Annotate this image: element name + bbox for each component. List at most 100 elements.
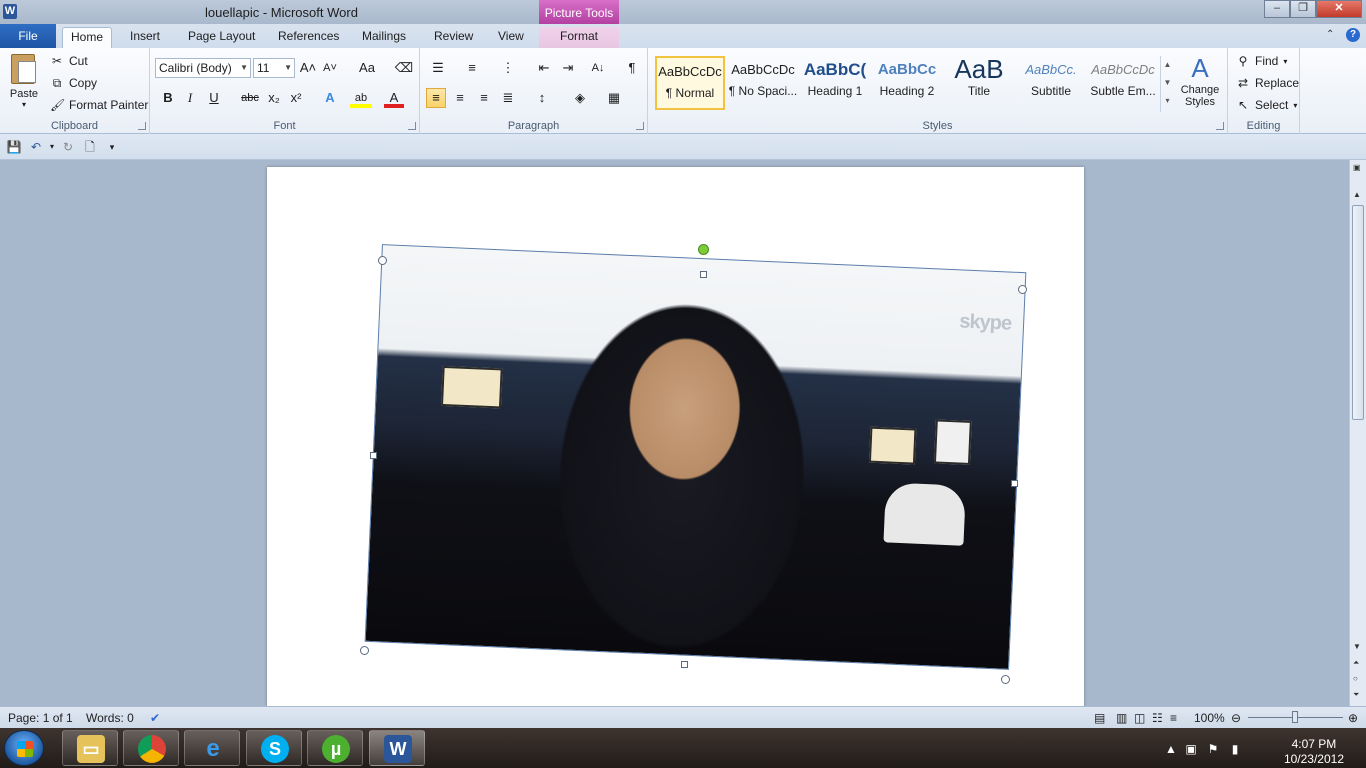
subscript-button[interactable]: x₂ — [264, 88, 284, 108]
selected-picture[interactable]: skype — [364, 244, 1027, 670]
full-screen-view-icon[interactable]: ▥ — [1116, 711, 1127, 725]
font-dialog-launcher-icon[interactable] — [408, 122, 416, 130]
style-no-spacing[interactable]: AaBbCcDc ¶ No Spaci... — [728, 56, 798, 110]
scroll-up-icon[interactable]: ▲ — [1353, 190, 1361, 199]
resize-handle-bottom[interactable] — [681, 661, 688, 668]
taskbar-chrome[interactable] — [123, 730, 179, 766]
find-button[interactable]: ⚲ Find ▾ — [1236, 52, 1288, 70]
browse-object-icon[interactable]: ○ — [1353, 674, 1358, 683]
format-painter-button[interactable]: 🖌 Format Painter — [50, 96, 148, 114]
chevron-down-icon[interactable]: ▼ — [1161, 74, 1174, 92]
style-title[interactable]: AaB Title — [944, 56, 1014, 110]
paragraph-dialog-launcher-icon[interactable] — [636, 122, 644, 130]
justify-icon[interactable]: ≣ — [498, 88, 518, 108]
tab-view[interactable]: View — [490, 27, 532, 48]
resize-handle-top-right[interactable] — [1018, 285, 1027, 294]
draft-view-icon[interactable]: ≡ — [1170, 711, 1177, 725]
proofing-icon[interactable]: ✔ — [150, 711, 160, 725]
ruler-toggle-icon[interactable]: ▣ — [1353, 163, 1361, 172]
tab-file[interactable]: File — [0, 24, 56, 48]
show-hidden-icons-icon[interactable]: ▲ — [1164, 742, 1178, 756]
resize-handle-left[interactable] — [370, 452, 377, 459]
new-document-icon[interactable]: 🗋 — [82, 139, 98, 155]
superscript-button[interactable]: x² — [286, 88, 306, 108]
select-button[interactable]: ↖ Select ▾ — [1236, 96, 1297, 114]
text-effects-button[interactable]: A — [320, 88, 340, 108]
change-case-button[interactable]: Aa — [354, 58, 380, 78]
customize-qat-icon[interactable]: ▾ — [104, 139, 120, 155]
style-subtitle[interactable]: AaBbCc. Subtitle — [1016, 56, 1086, 110]
chevron-up-icon[interactable]: ▲ — [1161, 56, 1174, 74]
start-button[interactable] — [4, 730, 44, 766]
scrollbar-thumb[interactable] — [1352, 205, 1364, 420]
copy-button[interactable]: ⧉ Copy — [50, 74, 97, 92]
battery-icon[interactable]: ▮ — [1228, 742, 1242, 756]
align-left-icon[interactable]: ≡ — [426, 88, 446, 108]
minimize-ribbon-icon[interactable]: ⌃ — [1326, 28, 1338, 42]
decrease-indent-icon[interactable]: ⇤ — [534, 58, 554, 78]
word-app-icon[interactable]: W — [3, 4, 17, 19]
save-icon[interactable]: 💾 — [6, 139, 22, 155]
font-name-combo[interactable]: Calibri (Body) ▼ — [155, 58, 251, 78]
gallery-more-icon[interactable]: ▾ — [1161, 92, 1174, 110]
styles-dialog-launcher-icon[interactable] — [1216, 122, 1224, 130]
highlight-button[interactable]: ab — [350, 88, 372, 108]
style-heading-1[interactable]: AaBbC( Heading 1 — [800, 56, 870, 110]
cut-button[interactable]: ✂ Cut — [50, 52, 88, 70]
resize-handle-top-left[interactable] — [378, 256, 387, 265]
style-subtle-emphasis[interactable]: AaBbCcDc Subtle Em... — [1088, 56, 1158, 110]
borders-icon[interactable]: ▦ — [604, 88, 624, 108]
network-icon[interactable]: ▣ — [1184, 742, 1198, 756]
clock[interactable]: 4:07 PM 10/23/2012 — [1284, 737, 1344, 767]
style-normal[interactable]: AaBbCcDc ¶ Normal — [655, 56, 725, 110]
font-size-combo[interactable]: 11 ▼ — [253, 58, 295, 78]
undo-dropdown-icon[interactable]: ▾ — [44, 139, 60, 155]
strikethrough-button[interactable]: abc — [238, 88, 262, 108]
numbering-icon[interactable]: ≡ — [462, 58, 482, 78]
zoom-slider-thumb[interactable] — [1292, 711, 1298, 723]
resize-handle-bottom-left[interactable] — [360, 646, 369, 655]
web-layout-view-icon[interactable]: ◫ — [1134, 711, 1145, 725]
font-color-button[interactable]: A — [384, 88, 404, 108]
tab-review[interactable]: Review — [426, 27, 481, 48]
minimize-button[interactable]: – — [1264, 0, 1290, 18]
line-spacing-icon[interactable]: ↕ — [532, 88, 552, 108]
tab-mailings[interactable]: Mailings — [354, 27, 414, 48]
multilevel-list-icon[interactable]: ⋮ — [498, 58, 518, 78]
align-right-icon[interactable]: ≡ — [474, 88, 494, 108]
zoom-level[interactable]: 100% — [1194, 711, 1225, 725]
redo-icon[interactable]: ↻ — [60, 139, 76, 155]
tab-references[interactable]: References — [270, 27, 347, 48]
paste-button[interactable]: Paste ▾ — [6, 52, 42, 109]
next-page-icon[interactable]: ⏷ — [1353, 690, 1359, 700]
increase-indent-icon[interactable]: ⇥ — [558, 58, 578, 78]
tab-insert[interactable]: Insert — [122, 27, 168, 48]
undo-icon[interactable]: ↶ — [28, 139, 44, 155]
action-center-flag-icon[interactable]: ⚑ — [1206, 742, 1220, 756]
maximize-button[interactable]: ❐ — [1290, 0, 1316, 18]
tab-home[interactable]: Home — [62, 27, 113, 48]
style-heading-2[interactable]: AaBbCc Heading 2 — [872, 56, 942, 110]
italic-button[interactable]: I — [180, 88, 200, 108]
resize-handle-right[interactable] — [1011, 480, 1018, 487]
tab-page-layout[interactable]: Page Layout — [180, 27, 263, 48]
taskbar-explorer[interactable]: ▭ — [62, 730, 118, 766]
print-layout-view-icon[interactable]: ▤ — [1094, 711, 1105, 725]
help-icon[interactable]: ? — [1346, 28, 1360, 42]
zoom-in-icon[interactable]: ⊕ — [1348, 711, 1358, 725]
change-styles-button[interactable]: A Change Styles — [1176, 52, 1224, 108]
clipboard-dialog-launcher-icon[interactable] — [138, 122, 146, 130]
outline-view-icon[interactable]: ☷ — [1152, 711, 1163, 725]
taskbar-internet-explorer[interactable]: e — [184, 730, 240, 766]
word-count[interactable]: Words: 0 — [86, 711, 134, 725]
show-marks-button[interactable]: ¶ — [622, 58, 642, 78]
zoom-out-icon[interactable]: ⊖ — [1231, 711, 1241, 725]
taskbar-word[interactable]: W — [369, 730, 425, 766]
webcam-photo[interactable]: skype — [364, 244, 1027, 670]
vertical-scrollbar[interactable]: ▣ ▲ ▼ ⏶ ○ ⏷ — [1349, 160, 1366, 706]
underline-button[interactable]: U — [204, 88, 224, 108]
grow-font-button[interactable]: A˄ — [298, 58, 318, 78]
styles-gallery-scroll[interactable]: ▲ ▼ ▾ — [1160, 56, 1174, 112]
replace-button[interactable]: ⇄ Replace — [1236, 74, 1299, 92]
close-button[interactable]: ✕ — [1316, 0, 1362, 18]
